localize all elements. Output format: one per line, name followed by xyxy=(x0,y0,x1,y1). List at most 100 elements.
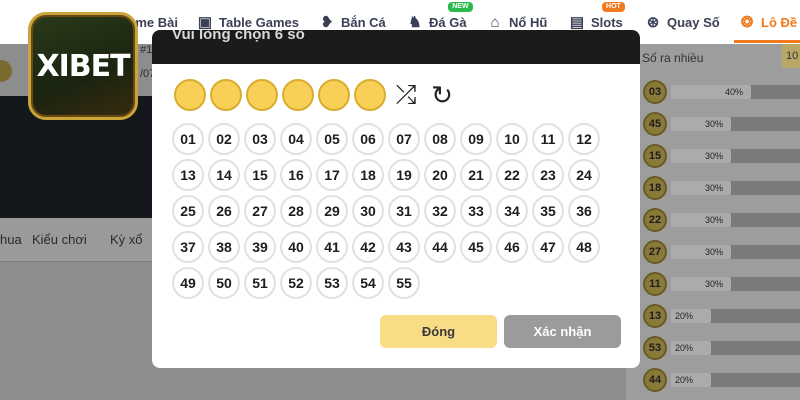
stat-number-ball[interactable]: 03 xyxy=(643,80,667,104)
stat-row: 03 40% xyxy=(643,80,800,104)
number-ball[interactable]: 11 xyxy=(532,123,564,155)
stat-bar: 20% xyxy=(671,309,800,323)
selected-number-slot[interactable] xyxy=(174,79,206,111)
number-ball[interactable]: 37 xyxy=(172,231,204,263)
number-ball[interactable]: 02 xyxy=(208,123,240,155)
confirm-button[interactable]: Xác nhận xyxy=(504,315,621,348)
number-ball[interactable]: 47 xyxy=(532,231,564,263)
number-ball[interactable]: 35 xyxy=(532,195,564,227)
stat-bar: 30% xyxy=(671,181,800,195)
number-ball[interactable]: 54 xyxy=(352,267,384,299)
reset-icon[interactable]: ↻ xyxy=(426,79,458,111)
number-ball[interactable]: 23 xyxy=(532,159,564,191)
number-ball[interactable]: 52 xyxy=(280,267,312,299)
number-ball[interactable]: 48 xyxy=(568,231,600,263)
number-ball[interactable]: 07 xyxy=(388,123,420,155)
xibet-logo[interactable]: XIBET xyxy=(28,12,138,120)
number-ball[interactable]: 44 xyxy=(424,231,456,263)
rooster-icon: ♞ xyxy=(408,14,422,31)
number-ball[interactable]: 24 xyxy=(568,159,600,191)
selected-number-slot[interactable] xyxy=(318,79,350,111)
number-ball[interactable]: 49 xyxy=(172,267,204,299)
number-ball[interactable]: 26 xyxy=(208,195,240,227)
nav-item-label: Slots xyxy=(591,14,623,30)
number-ball[interactable]: 10 xyxy=(496,123,528,155)
stat-percent: 30% xyxy=(705,247,724,257)
stat-row: 13 20% xyxy=(643,304,800,328)
background-tab[interactable]: Kỳ xổ xyxy=(110,232,143,247)
selected-numbers-row: ⤮ ↻ xyxy=(174,79,458,111)
stat-row: 53 20% xyxy=(643,336,800,360)
frequent-numbers-panel: Số ra nhiều 10 03 40% 45 30% 15 30% 18 30% 22 30%… xyxy=(626,44,800,400)
stat-number-ball[interactable]: 18 xyxy=(643,176,667,200)
stat-number-ball[interactable]: 15 xyxy=(643,144,667,168)
stat-row: 18 30% xyxy=(643,176,800,200)
stat-number-ball[interactable]: 22 xyxy=(643,208,667,232)
nav-item-lo-de[interactable]: ❂ Lô Đề xyxy=(738,0,797,44)
number-ball[interactable]: 41 xyxy=(316,231,348,263)
number-ball[interactable]: 20 xyxy=(424,159,456,191)
number-ball[interactable]: 14 xyxy=(208,159,240,191)
close-button[interactable]: Đóng xyxy=(380,315,497,348)
panel-count-tag[interactable]: 10 xyxy=(782,44,800,68)
number-ball[interactable]: 39 xyxy=(244,231,276,263)
number-ball[interactable]: 36 xyxy=(568,195,600,227)
number-ball[interactable]: 21 xyxy=(460,159,492,191)
stat-number-ball[interactable]: 27 xyxy=(643,240,667,264)
number-ball[interactable]: 45 xyxy=(460,231,492,263)
number-ball[interactable]: 04 xyxy=(280,123,312,155)
number-ball[interactable]: 29 xyxy=(316,195,348,227)
number-ball[interactable]: 50 xyxy=(208,267,240,299)
number-ball[interactable]: 32 xyxy=(424,195,456,227)
background-tab[interactable]: hua xyxy=(0,232,22,247)
shuffle-icon[interactable]: ⤮ xyxy=(390,79,422,111)
number-ball[interactable]: 17 xyxy=(316,159,348,191)
number-ball[interactable]: 15 xyxy=(244,159,276,191)
number-ball[interactable]: 30 xyxy=(352,195,384,227)
number-ball[interactable]: 53 xyxy=(316,267,348,299)
number-ball[interactable]: 09 xyxy=(460,123,492,155)
stat-bar: 30% xyxy=(671,213,800,227)
number-ball[interactable]: 27 xyxy=(244,195,276,227)
number-ball[interactable]: 33 xyxy=(460,195,492,227)
number-ball[interactable]: 16 xyxy=(280,159,312,191)
number-ball[interactable]: 18 xyxy=(352,159,384,191)
selected-number-slot[interactable] xyxy=(210,79,242,111)
selected-number-slot[interactable] xyxy=(246,79,278,111)
stat-row: 15 30% xyxy=(643,144,800,168)
stat-number-ball[interactable]: 45 xyxy=(643,112,667,136)
number-ball[interactable]: 34 xyxy=(496,195,528,227)
selected-number-slot[interactable] xyxy=(354,79,386,111)
number-ball[interactable]: 38 xyxy=(208,231,240,263)
number-ball[interactable]: 51 xyxy=(244,267,276,299)
number-ball[interactable]: 43 xyxy=(388,231,420,263)
number-ball[interactable]: 08 xyxy=(424,123,456,155)
number-ball[interactable]: 06 xyxy=(352,123,384,155)
nav-item-label: Lô Đề xyxy=(761,14,798,30)
number-ball[interactable]: 55 xyxy=(388,267,420,299)
selected-number-slot[interactable] xyxy=(282,79,314,111)
stat-row: 44 20% xyxy=(643,368,800,392)
number-ball[interactable]: 03 xyxy=(244,123,276,155)
stat-percent: 30% xyxy=(705,119,724,129)
stat-number-ball[interactable]: 53 xyxy=(643,336,667,360)
number-ball[interactable]: 12 xyxy=(568,123,600,155)
background-tab[interactable]: Kiểu chơi xyxy=(32,232,87,247)
number-ball[interactable]: 42 xyxy=(352,231,384,263)
nav-item-label: Table Games xyxy=(219,14,299,30)
wheel-icon: ⊛ xyxy=(646,14,660,31)
stat-number-ball[interactable]: 13 xyxy=(643,304,667,328)
number-ball[interactable]: 22 xyxy=(496,159,528,191)
stat-number-ball[interactable]: 44 xyxy=(643,368,667,392)
number-ball[interactable]: 31 xyxy=(388,195,420,227)
number-ball[interactable]: 25 xyxy=(172,195,204,227)
number-ball[interactable]: 13 xyxy=(172,159,204,191)
number-ball[interactable]: 05 xyxy=(316,123,348,155)
nav-item-quay-so[interactable]: ⊛ Quay Số xyxy=(644,0,720,44)
number-ball[interactable]: 46 xyxy=(496,231,528,263)
number-ball[interactable]: 28 xyxy=(280,195,312,227)
number-ball[interactable]: 40 xyxy=(280,231,312,263)
number-ball[interactable]: 19 xyxy=(388,159,420,191)
stat-number-ball[interactable]: 11 xyxy=(643,272,667,296)
number-ball[interactable]: 01 xyxy=(172,123,204,155)
